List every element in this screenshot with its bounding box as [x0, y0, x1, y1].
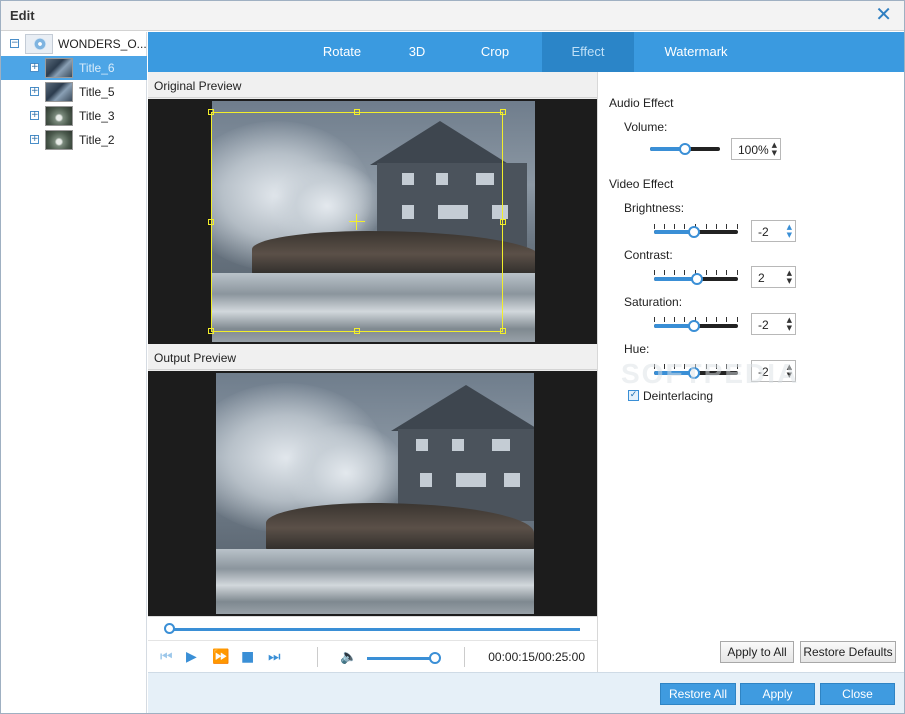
original-preview — [148, 99, 597, 344]
divider — [464, 647, 465, 667]
saturation-value: -2 — [758, 318, 769, 332]
disc-icon — [25, 34, 53, 54]
close-button[interactable]: Close — [820, 683, 895, 705]
contrast-label: Contrast: — [624, 248, 673, 262]
audio-volume-slider[interactable] — [650, 143, 720, 155]
crop-handle[interactable] — [208, 328, 214, 334]
playback-controls: ⏮ ▶ ⏩ ■ ⏭ 🔈 00:00:15/00:25:00 — [148, 640, 597, 672]
spin-arrows-icon[interactable]: ▲ ▼ — [787, 316, 792, 332]
brightness-spinbox[interactable]: -2 ▲ ▼ — [751, 220, 796, 242]
slider-knob[interactable] — [688, 226, 700, 238]
spin-arrows-icon[interactable]: ▲ ▼ — [772, 141, 777, 157]
tree-item-label: Title_6 — [79, 61, 115, 75]
expand-icon[interactable]: + — [30, 63, 39, 72]
restore-defaults-button[interactable]: Restore Defaults — [800, 641, 896, 663]
crop-handle[interactable] — [354, 109, 360, 115]
output-video-frame — [216, 373, 534, 614]
close-icon[interactable]: ✕ — [875, 5, 892, 25]
volume-spinbox[interactable]: 100% ▲ ▼ — [731, 138, 781, 160]
timecode: 00:00:15/00:25:00 — [488, 650, 585, 664]
thumbnail — [45, 130, 73, 150]
expand-icon[interactable]: + — [30, 111, 39, 120]
deinterlacing-label: Deinterlacing — [643, 389, 714, 403]
fast-forward-icon[interactable]: ⏩ — [212, 649, 229, 665]
brightness-value: -2 — [758, 225, 769, 239]
title-bar: Edit ✕ — [1, 1, 904, 31]
tree-item-title6[interactable]: + Title_6 — [1, 56, 147, 80]
tree-root-label: WONDERS_O... — [58, 37, 147, 51]
crop-center-crosshair — [349, 221, 365, 222]
expand-icon[interactable]: + — [30, 87, 39, 96]
progress-knob[interactable] — [164, 623, 175, 634]
brightness-label: Brightness: — [624, 201, 685, 215]
crop-handle[interactable] — [208, 219, 214, 225]
tree-item-label: Title_5 — [79, 85, 115, 99]
tab-3d[interactable]: 3D — [384, 32, 450, 72]
play-icon[interactable]: ▶ — [186, 649, 197, 665]
saturation-label: Saturation: — [624, 295, 683, 309]
window-title: Edit — [10, 8, 35, 23]
skip-forward-icon[interactable]: ⏭ — [268, 649, 281, 665]
apply-to-all-button[interactable]: Apply to All — [720, 641, 794, 663]
crop-handle[interactable] — [208, 109, 214, 115]
crop-handle[interactable] — [500, 328, 506, 334]
crop-handle[interactable] — [354, 328, 360, 334]
tree-item-title5[interactable]: + Title_5 — [1, 80, 147, 104]
tree-root[interactable]: − WONDERS_O... — [1, 32, 147, 56]
softpedia-watermark: SOFTPEDIA — [621, 358, 800, 389]
stop-icon[interactable]: ■ — [241, 649, 254, 665]
slider-knob[interactable] — [688, 320, 700, 332]
crop-handle[interactable] — [500, 219, 506, 225]
thumbnail — [45, 82, 73, 102]
edit-window: Edit ✕ − WONDERS_O... + Title_6 + Title_… — [0, 0, 905, 714]
volume-slider[interactable] — [367, 657, 435, 660]
thumbnail — [45, 58, 73, 78]
volume-value: 100% — [738, 143, 769, 157]
progress-bar[interactable] — [168, 628, 580, 631]
saturation-slider[interactable] — [654, 320, 738, 332]
playback-timeline[interactable] — [148, 616, 597, 640]
original-preview-header: Original Preview — [148, 72, 597, 98]
contrast-spinbox[interactable]: 2 ▲ ▼ — [751, 266, 796, 288]
brightness-slider[interactable] — [654, 226, 738, 238]
volume-label: Volume: — [624, 120, 668, 134]
slider-knob[interactable] — [679, 143, 691, 155]
expand-icon[interactable]: + — [30, 135, 39, 144]
tab-crop[interactable]: Crop — [450, 32, 540, 72]
crop-rectangle[interactable] — [211, 112, 503, 332]
tree-item-label: Title_3 — [79, 109, 115, 123]
tab-rotate[interactable]: Rotate — [300, 32, 384, 72]
apply-button[interactable]: Apply — [740, 683, 815, 705]
video-effect-title: Video Effect — [609, 177, 674, 191]
spin-arrows-icon[interactable]: ▲ ▼ — [787, 269, 792, 285]
deinterlacing-checkbox[interactable]: ✓ — [628, 390, 639, 401]
tree-item-label: Title_2 — [79, 133, 115, 147]
tab-bar: Rotate 3D Crop Effect Watermark — [148, 32, 904, 72]
crop-handle[interactable] — [500, 109, 506, 115]
contrast-value: 2 — [758, 271, 765, 285]
restore-all-button[interactable]: Restore All — [660, 683, 736, 705]
volume-icon[interactable]: 🔈 — [340, 649, 357, 665]
tree-item-title2[interactable]: + Title_2 — [1, 128, 147, 152]
bottom-bar: Restore All Apply Close — [148, 672, 904, 713]
slider-knob[interactable] — [691, 273, 703, 285]
tab-effect[interactable]: Effect — [542, 32, 634, 72]
volume-knob[interactable] — [429, 652, 441, 664]
title-tree: − WONDERS_O... + Title_6 + Title_5 + Tit… — [1, 32, 147, 713]
thumbnail — [45, 106, 73, 126]
divider — [317, 647, 318, 667]
spin-arrows-icon[interactable]: ▲ ▼ — [787, 223, 792, 239]
output-preview — [148, 371, 597, 616]
collapse-icon[interactable]: − — [10, 39, 19, 48]
audio-effect-title: Audio Effect — [609, 96, 674, 110]
crop-center-crosshair — [356, 214, 357, 230]
preview-area: Original Preview Output Preview ⏮ ▶ ⏩ ■ … — [148, 72, 597, 672]
tree-item-title3[interactable]: + Title_3 — [1, 104, 147, 128]
hue-label: Hue: — [624, 342, 650, 356]
skip-back-icon[interactable]: ⏮ — [160, 649, 173, 665]
tab-watermark[interactable]: Watermark — [634, 32, 758, 72]
output-preview-header: Output Preview — [148, 344, 597, 370]
contrast-slider[interactable] — [654, 273, 738, 285]
saturation-spinbox[interactable]: -2 ▲ ▼ — [751, 313, 796, 335]
